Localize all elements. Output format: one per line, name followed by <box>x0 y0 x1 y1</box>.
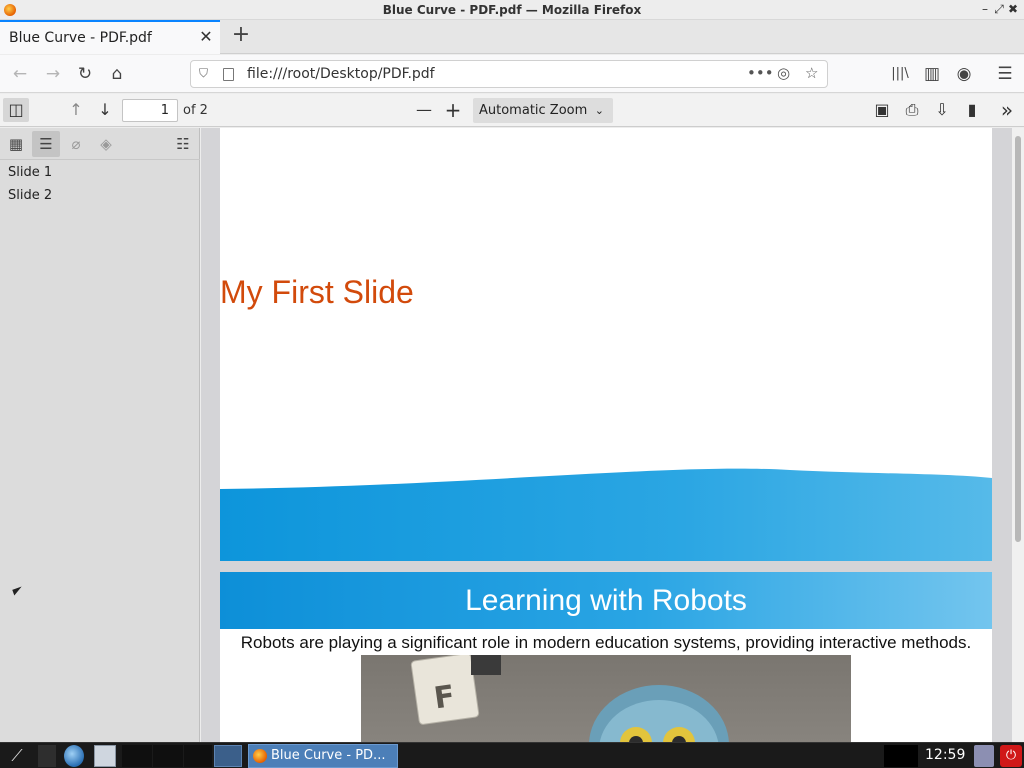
presentation-mode-button[interactable]: ▣ <box>869 98 895 122</box>
zoom-select-value: Automatic Zoom <box>479 103 588 118</box>
power-icon[interactable]: ⏻ <box>1000 745 1022 767</box>
sidebar-toggle-button[interactable]: ▥ <box>919 61 945 87</box>
taskbar: ⟋ Blue Curve - PD... 12:59 ⏻ <box>0 742 1024 768</box>
current-outline-item-icon[interactable]: ☷ <box>169 131 197 157</box>
outline-icon[interactable]: ☰ <box>32 131 60 157</box>
close-window-button[interactable]: ✖ <box>1006 2 1020 16</box>
page-number-input[interactable]: 1 <box>122 99 178 122</box>
toggle-sidebar-button[interactable]: ◫ <box>3 98 29 122</box>
system-tray[interactable] <box>884 745 918 767</box>
clock: 12:59 <box>925 747 966 763</box>
zoom-in-button[interactable]: + <box>440 98 466 122</box>
workspace-1[interactable] <box>122 745 152 767</box>
zoom-out-button[interactable]: — <box>411 98 437 122</box>
url-text[interactable]: file:///root/Desktop/PDF.pdf <box>247 66 435 82</box>
account-button[interactable]: ◉ <box>951 61 977 87</box>
start-menu-icon[interactable]: ⟋ <box>2 745 32 767</box>
back-button[interactable]: ← <box>7 61 33 87</box>
outline-item-slide-1[interactable]: Slide 1 <box>8 165 52 180</box>
tab-strip: Blue Curve - PDF.pdf ✕ + <box>0 20 1024 54</box>
show-desktop-icon[interactable] <box>38 745 56 767</box>
chevron-down-icon: ⌄ <box>594 104 604 117</box>
download-button[interactable]: ⇩ <box>929 98 955 122</box>
workspace-2[interactable] <box>153 745 183 767</box>
menu-button[interactable]: ☰ <box>992 61 1018 87</box>
bookmark-star-icon[interactable]: ☆ <box>805 64 818 82</box>
tab-pdf[interactable]: Blue Curve - PDF.pdf ✕ <box>0 20 220 54</box>
previous-page-button[interactable]: ↑ <box>63 98 89 122</box>
pdf-sidebar: ▦ ☰ ⌀ ◈ ☷ Slide 1 Slide 2 <box>0 128 200 742</box>
more-tools-button[interactable]: » <box>994 98 1020 122</box>
browser-launcher-icon[interactable] <box>64 745 84 767</box>
pocket-icon[interactable]: ◎ <box>777 64 790 82</box>
sidebar-toolbar: ▦ ☰ ⌀ ◈ ☷ <box>0 128 200 160</box>
layers-icon[interactable]: ◈ <box>92 131 120 157</box>
firefox-task-icon[interactable] <box>214 745 242 767</box>
robot-illustration: F <box>410 655 729 742</box>
taskbar-firefox-window[interactable]: Blue Curve - PD... <box>248 744 398 768</box>
next-page-button[interactable]: ↓ <box>92 98 118 122</box>
pdf-viewer[interactable]: My First Slide Learning with Robots Robo… <box>201 128 1012 742</box>
taskbar-app-label: Blue Curve - PD... <box>271 748 386 763</box>
forward-button[interactable]: → <box>40 61 66 87</box>
zoom-select[interactable]: Automatic Zoom ⌄ <box>473 98 613 123</box>
tab-close-icon[interactable]: ✕ <box>198 28 214 46</box>
home-button[interactable]: ⌂ <box>104 61 130 87</box>
robot-image: F <box>361 655 851 742</box>
blue-curve-graphic <box>220 468 992 561</box>
page-icon <box>223 68 234 81</box>
attachments-icon[interactable]: ⌀ <box>62 131 90 157</box>
vertical-scrollbar[interactable] <box>1012 128 1024 742</box>
library-button[interactable]: |||\ <box>887 61 913 87</box>
url-bar[interactable]: ⛉ file:///root/Desktop/PDF.pdf ••• ◎ ☆ <box>190 60 828 88</box>
slide-1-title: My First Slide <box>220 274 414 310</box>
tab-label: Blue Curve - PDF.pdf <box>9 30 152 46</box>
pdf-toolbar: ◫ ↑ ↓ 1 of 2 — + Automatic Zoom ⌄ ▣ ⎙ ⇩ … <box>0 94 1024 127</box>
file-manager-icon[interactable] <box>94 745 116 767</box>
minimize-button[interactable]: – <box>978 2 992 16</box>
slide-2-title: Learning with Robots <box>465 584 747 617</box>
new-tab-button[interactable]: + <box>230 24 252 48</box>
workspace-3[interactable] <box>184 745 212 767</box>
thumbnails-icon[interactable]: ▦ <box>2 131 30 157</box>
window-titlebar: Blue Curve - PDF.pdf — Mozilla Firefox –… <box>0 0 1024 20</box>
maximize-button[interactable]: ⤢ <box>992 2 1006 17</box>
print-button[interactable]: ⎙ <box>899 98 925 122</box>
pdf-page-2: Learning with Robots Robots are playing … <box>220 572 992 742</box>
navigation-toolbar: ← → ↻ ⌂ ⛉ file:///root/Desktop/PDF.pdf •… <box>0 55 1024 93</box>
page-actions-icon[interactable]: ••• <box>747 64 774 82</box>
firefox-icon <box>253 749 267 763</box>
slide-2-banner: Learning with Robots <box>220 572 992 629</box>
outline-item-slide-2[interactable]: Slide 2 <box>8 188 52 203</box>
page-count: of 2 <box>183 103 208 118</box>
window-title: Blue Curve - PDF.pdf — Mozilla Firefox <box>382 3 642 17</box>
scrollbar-thumb[interactable] <box>1015 136 1021 542</box>
reload-button[interactable]: ↻ <box>72 61 98 87</box>
tracking-shield-icon[interactable]: ⛉ <box>199 66 208 81</box>
slide-2-body-text: Robots are playing a significant role in… <box>240 633 972 652</box>
pdf-page-1: My First Slide <box>220 128 992 561</box>
bookmark-button[interactable]: ▮ <box>959 98 985 122</box>
user-icon[interactable] <box>974 745 994 767</box>
